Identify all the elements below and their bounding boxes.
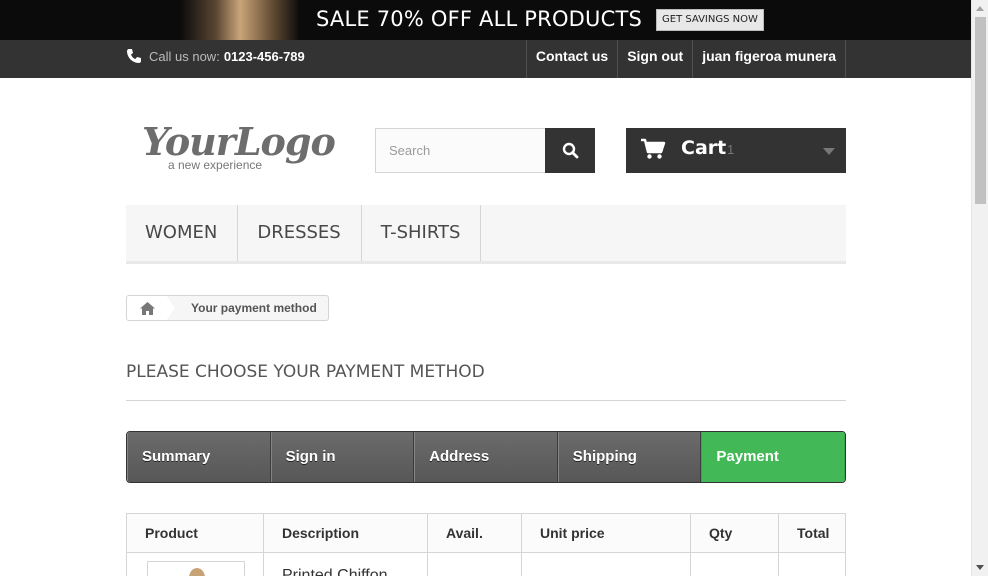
cart-button[interactable]: Cart 1: [626, 128, 846, 173]
get-savings-button[interactable]: GET SAVINGS NOW: [656, 9, 764, 31]
home-icon: [139, 301, 155, 315]
product-thumbnail[interactable]: [147, 561, 245, 576]
total-cell: [778, 552, 846, 576]
scrollbar-thumb[interactable]: [975, 17, 986, 204]
product-description-cell: Printed Chiffon: [263, 552, 428, 576]
column-header-product: Product: [126, 513, 264, 553]
nav-links: Contact us Sign out juan figeroa munera: [525, 40, 846, 78]
search-input[interactable]: [375, 128, 545, 173]
table-header-row: Product Description Avail. Unit price Qt…: [126, 513, 846, 553]
menu-item-t-shirts[interactable]: T-SHIRTS: [362, 205, 482, 261]
column-header-quantity: Qty: [690, 513, 779, 553]
phone-label: Call us now:: [149, 48, 220, 64]
banner-headline: SALE 70% OFF ALL PRODUCTS: [316, 7, 643, 31]
product-name-link[interactable]: Printed Chiffon: [282, 567, 388, 576]
account-link[interactable]: juan figeroa munera: [692, 40, 846, 78]
breadcrumb-home[interactable]: [127, 296, 175, 320]
page-scrollbar[interactable]: [971, 0, 988, 576]
step-payment[interactable]: Payment: [701, 432, 845, 482]
cart-icon: [641, 138, 666, 159]
column-header-description: Description: [263, 513, 428, 553]
menu-item-women[interactable]: WOMEN: [126, 205, 239, 261]
cart-summary-table: Product Description Avail. Unit price Qt…: [126, 513, 846, 576]
column-header-unit-price: Unit price: [521, 513, 691, 553]
table-row: Printed Chiffon: [126, 552, 846, 576]
menu-item-dresses[interactable]: DRESSES: [238, 205, 362, 261]
breadcrumb: Your payment method: [126, 295, 329, 321]
quantity-cell: [690, 552, 779, 576]
search-button[interactable]: [545, 128, 595, 173]
availability-cell: [427, 552, 522, 576]
step-sign-in[interactable]: Sign in: [270, 432, 415, 482]
product-image-cell: [126, 552, 264, 576]
search-box: [375, 128, 595, 173]
phone-number: 0123-456-789: [223, 48, 305, 64]
checkout-steps: Summary Sign in Address Shipping Payment: [126, 431, 846, 483]
unit-price-cell: [521, 552, 691, 576]
column-header-total: Total: [778, 513, 846, 553]
step-shipping[interactable]: Shipping: [557, 432, 702, 482]
top-nav: Call us now: 0123-456-789 Contact us Sig…: [0, 40, 971, 78]
scroll-up-arrow-icon[interactable]: [976, 6, 984, 11]
phone-icon: [127, 49, 141, 63]
phone-info: Call us now: 0123-456-789: [126, 48, 305, 64]
column-header-availability: Avail.: [427, 513, 522, 553]
contact-us-link[interactable]: Contact us: [525, 40, 617, 78]
chevron-down-icon[interactable]: [823, 148, 835, 155]
logo-wordmark: YourLogo: [142, 119, 336, 164]
breadcrumb-current: Your payment method: [191, 301, 317, 315]
banner-model-image: [180, 0, 300, 40]
step-summary[interactable]: Summary: [127, 432, 271, 482]
cart-count: 1: [727, 142, 735, 157]
sign-out-link[interactable]: Sign out: [617, 40, 692, 78]
category-menu: WOMEN DRESSES T-SHIRTS: [126, 205, 846, 264]
shop-logo[interactable]: YourLogo a new experience: [142, 119, 336, 174]
page-title: PLEASE CHOOSE YOUR PAYMENT METHOD: [126, 362, 846, 401]
step-address[interactable]: Address: [414, 432, 558, 482]
promo-banner[interactable]: SALE 70% OFF ALL PRODUCTS GET SAVINGS NO…: [0, 0, 971, 40]
scroll-down-arrow-icon[interactable]: [976, 565, 984, 570]
search-icon: [562, 142, 578, 159]
logo-tagline: a new experience: [168, 158, 263, 172]
cart-label: Cart: [681, 137, 727, 159]
